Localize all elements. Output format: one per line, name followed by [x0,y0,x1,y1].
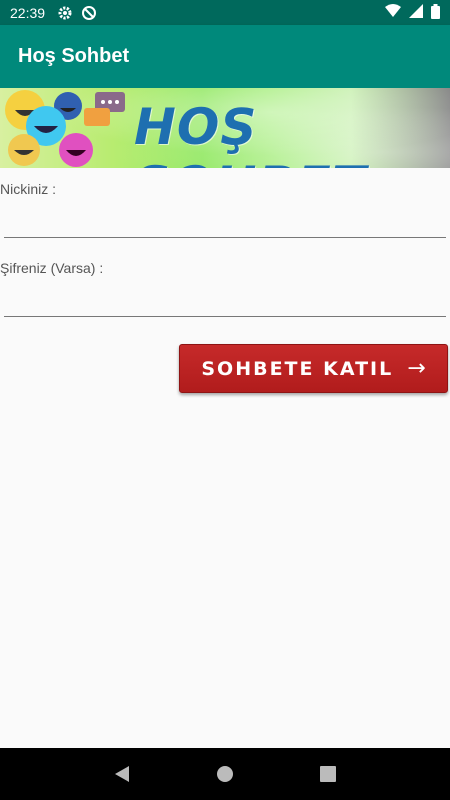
wifi-icon [385,4,401,21]
join-chat-button[interactable]: SOHBETE KATIL → [179,344,448,393]
status-time: 22:39 [10,4,46,21]
banner-image: HOŞ SOHBET [0,88,450,168]
password-underline [4,316,446,317]
nickname-input[interactable] [4,206,446,236]
join-chat-label: SOHBETE KATIL [201,357,394,380]
back-icon[interactable] [110,762,134,786]
recents-icon[interactable] [316,762,340,786]
gear-icon [57,5,73,21]
banner-title: HOŞ SOHBET [134,98,366,168]
password-input[interactable] [4,285,446,315]
signal-icon [409,4,423,21]
do-not-disturb-icon [81,5,97,21]
status-bar: 22:39 [0,0,450,25]
arrow-right-icon: → [407,356,426,381]
home-icon[interactable] [213,762,237,786]
app-bar: Hoş Sohbet [0,25,450,88]
nickname-label: Nickiniz : [0,181,57,197]
app-title: Hoş Sohbet [18,45,130,67]
battery-icon [431,3,440,22]
nickname-underline [4,237,446,238]
password-label: Şifreniz (Varsa) : [0,260,104,276]
emoji-cluster-icon [5,90,125,167]
navigation-bar [0,748,450,800]
